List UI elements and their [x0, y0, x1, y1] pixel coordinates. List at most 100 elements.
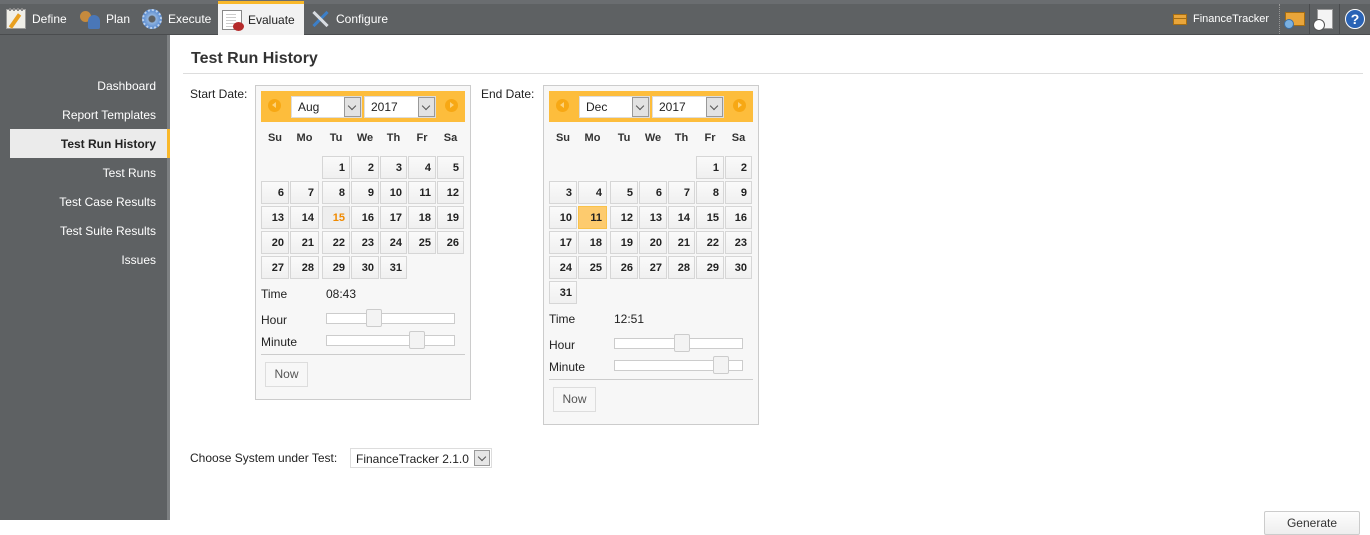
- help-icon: ?: [1345, 9, 1365, 29]
- calendar-day[interactable]: 8: [322, 181, 350, 204]
- calendar-day[interactable]: 1: [696, 156, 724, 179]
- calendar-day[interactable]: 3: [380, 156, 407, 179]
- calendar-day[interactable]: 11: [578, 206, 607, 229]
- minute-slider[interactable]: [326, 331, 455, 349]
- next-month-icon[interactable]: [445, 99, 458, 112]
- calendar-day[interactable]: 6: [639, 181, 667, 204]
- nav-tab-define[interactable]: Define: [2, 4, 73, 34]
- generate-button[interactable]: Generate: [1264, 511, 1360, 535]
- calendar-day[interactable]: 9: [725, 181, 752, 204]
- nav-tab-plan[interactable]: Plan: [76, 4, 136, 34]
- calendar-day[interactable]: 15: [322, 206, 350, 229]
- month-select[interactable]: Dec: [579, 96, 650, 118]
- sidebar-item-test-case-results[interactable]: Test Case Results: [10, 187, 170, 216]
- calendar-day[interactable]: 29: [696, 256, 724, 279]
- calendar-day[interactable]: 6: [261, 181, 289, 204]
- help-button[interactable]: ?: [1340, 4, 1370, 34]
- calendar-day[interactable]: 21: [290, 231, 319, 254]
- calendar-day[interactable]: 25: [408, 231, 436, 254]
- nav-tab-evaluate[interactable]: Evaluate: [218, 1, 304, 35]
- sut-select[interactable]: FinanceTracker 2.1.0: [350, 448, 492, 468]
- now-button[interactable]: Now: [265, 362, 308, 387]
- previous-month-icon[interactable]: [556, 99, 569, 112]
- previous-month-icon[interactable]: [268, 99, 281, 112]
- calendar-day[interactable]: 22: [696, 231, 724, 254]
- calendar-day[interactable]: 26: [437, 231, 464, 254]
- calendar-day[interactable]: 29: [322, 256, 350, 279]
- sidebar-item-test-suite-results[interactable]: Test Suite Results: [10, 216, 170, 245]
- calendar-day[interactable]: 28: [668, 256, 695, 279]
- calendar-day[interactable]: 19: [437, 206, 464, 229]
- sidebar-item-report-templates[interactable]: Report Templates: [10, 100, 170, 129]
- calendar-day[interactable]: 21: [668, 231, 695, 254]
- calendar-day[interactable]: 23: [725, 231, 752, 254]
- year-select[interactable]: 2017: [652, 96, 724, 118]
- calendar-day[interactable]: 24: [549, 256, 577, 279]
- calendar-day[interactable]: 30: [351, 256, 379, 279]
- calendar-day[interactable]: 27: [639, 256, 667, 279]
- calendar-day[interactable]: 17: [380, 206, 407, 229]
- calendar-day[interactable]: 16: [351, 206, 379, 229]
- search-project-button[interactable]: [1280, 4, 1310, 34]
- calendar-day[interactable]: 30: [725, 256, 752, 279]
- calendar-day[interactable]: 22: [322, 231, 350, 254]
- project-selector[interactable]: FinanceTracker: [1167, 4, 1280, 34]
- calendar-day[interactable]: 7: [668, 181, 695, 204]
- calendar-day[interactable]: 11: [408, 181, 436, 204]
- calendar-day[interactable]: 13: [639, 206, 667, 229]
- report-schedule-button[interactable]: [1310, 4, 1340, 34]
- calendar-day[interactable]: 15: [696, 206, 724, 229]
- sidebar-item-dashboard[interactable]: Dashboard: [10, 71, 170, 100]
- calendar-day[interactable]: 27: [261, 256, 289, 279]
- calendar-day[interactable]: 5: [437, 156, 464, 179]
- calendar-day[interactable]: 25: [578, 256, 607, 279]
- calendar-day[interactable]: 24: [380, 231, 407, 254]
- nav-tab-configure[interactable]: Configure: [306, 4, 394, 34]
- calendar-day[interactable]: 20: [639, 231, 667, 254]
- nav-tab-label: Plan: [106, 12, 131, 26]
- calendar-day[interactable]: 26: [610, 256, 638, 279]
- calendar-day[interactable]: 16: [725, 206, 752, 229]
- hour-slider[interactable]: [326, 309, 455, 327]
- calendar-day[interactable]: 12: [437, 181, 464, 204]
- calendar-day[interactable]: 17: [549, 231, 577, 254]
- calendar-day[interactable]: 18: [578, 231, 607, 254]
- month-select[interactable]: Aug: [291, 96, 362, 118]
- sidebar-item-issues[interactable]: Issues: [10, 245, 170, 274]
- calendar-day[interactable]: 4: [578, 181, 607, 204]
- year-select[interactable]: 2017: [364, 96, 436, 118]
- nav-tab-execute[interactable]: Execute: [138, 4, 217, 34]
- calendar-day[interactable]: 31: [549, 281, 577, 304]
- now-button[interactable]: Now: [553, 387, 596, 412]
- calendar-day[interactable]: 10: [380, 181, 407, 204]
- calendar-day[interactable]: 28: [290, 256, 319, 279]
- calendar-day[interactable]: 8: [696, 181, 724, 204]
- calendar-day[interactable]: 4: [408, 156, 436, 179]
- calendar-day[interactable]: 14: [668, 206, 695, 229]
- minute-slider[interactable]: [614, 356, 743, 374]
- calendar-day[interactable]: 18: [408, 206, 436, 229]
- calendar-day[interactable]: 12: [610, 206, 638, 229]
- calendar-day[interactable]: 23: [351, 231, 379, 254]
- calendar-day[interactable]: 20: [261, 231, 289, 254]
- calendar-day[interactable]: 9: [351, 181, 379, 204]
- calendar-day[interactable]: 14: [290, 206, 319, 229]
- sidebar-item-test-runs[interactable]: Test Runs: [10, 158, 170, 187]
- calendar-day[interactable]: 1: [322, 156, 350, 179]
- hour-slider-handle[interactable]: [674, 334, 690, 352]
- next-month-icon[interactable]: [733, 99, 746, 112]
- hour-slider[interactable]: [614, 334, 743, 352]
- minute-slider-handle[interactable]: [713, 356, 729, 374]
- calendar-day[interactable]: 13: [261, 206, 289, 229]
- calendar-day[interactable]: 3: [549, 181, 577, 204]
- calendar-day[interactable]: 31: [380, 256, 407, 279]
- calendar-day[interactable]: 2: [351, 156, 379, 179]
- calendar-day[interactable]: 2: [725, 156, 752, 179]
- calendar-day[interactable]: 5: [610, 181, 638, 204]
- calendar-day[interactable]: 19: [610, 231, 638, 254]
- calendar-day[interactable]: 7: [290, 181, 319, 204]
- hour-slider-handle[interactable]: [366, 309, 382, 327]
- minute-slider-handle[interactable]: [409, 331, 425, 349]
- sidebar-item-test-run-history[interactable]: Test Run History: [10, 129, 170, 158]
- calendar-day[interactable]: 10: [549, 206, 577, 229]
